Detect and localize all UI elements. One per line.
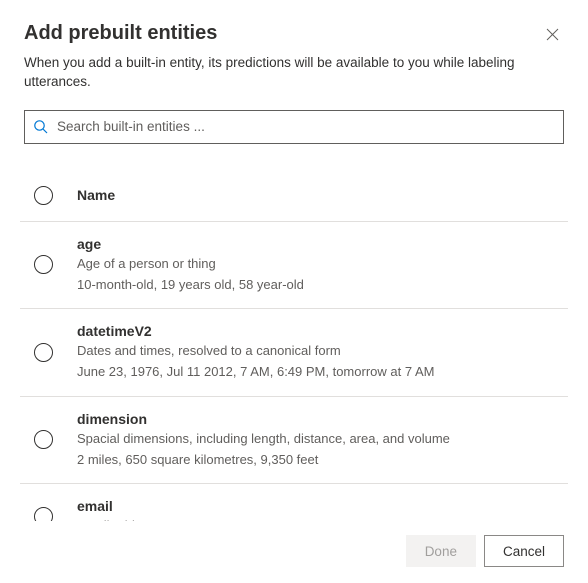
column-header-name: Name bbox=[77, 187, 115, 203]
entity-examples: June 23, 1976, Jul 11 2012, 7 AM, 6:49 P… bbox=[77, 363, 560, 381]
close-button[interactable] bbox=[540, 22, 564, 46]
entity-body: age Age of a person or thing 10-month-ol… bbox=[77, 236, 560, 294]
cancel-button[interactable]: Cancel bbox=[484, 535, 564, 567]
entity-row-age[interactable]: age Age of a person or thing 10-month-ol… bbox=[20, 222, 568, 309]
entity-description: Spacial dimensions, including length, di… bbox=[77, 430, 560, 448]
entity-examples: 2 miles, 650 square kilometres, 9,350 fe… bbox=[77, 451, 560, 469]
entity-description: Dates and times, resolved to a canonical… bbox=[77, 342, 560, 360]
entity-radio[interactable] bbox=[34, 430, 53, 449]
list-header: Name bbox=[20, 162, 568, 222]
search-box[interactable] bbox=[24, 110, 564, 144]
entity-body: datetimeV2 Dates and times, resolved to … bbox=[77, 323, 560, 381]
entity-row-dimension[interactable]: dimension Spacial dimensions, including … bbox=[20, 397, 568, 484]
close-icon bbox=[546, 28, 559, 41]
entity-body: dimension Spacial dimensions, including … bbox=[77, 411, 560, 469]
done-button[interactable]: Done bbox=[406, 535, 476, 567]
entity-name: age bbox=[77, 236, 560, 252]
entity-name: email bbox=[77, 498, 560, 514]
entity-name: datetimeV2 bbox=[77, 323, 560, 339]
search-icon bbox=[33, 119, 49, 135]
dialog-description: When you add a built-in entity, its pred… bbox=[24, 54, 564, 92]
add-prebuilt-entities-dialog: Add prebuilt entities When you add a bui… bbox=[0, 0, 588, 583]
entity-name: dimension bbox=[77, 411, 560, 427]
entity-row-email[interactable]: email Email addresses bbox=[20, 484, 568, 521]
entity-description: Age of a person or thing bbox=[77, 255, 560, 273]
entity-examples: 10-month-old, 19 years old, 58 year-old bbox=[77, 276, 560, 294]
entity-list[interactable]: Name age Age of a person or thing 10-mon… bbox=[20, 162, 572, 521]
entity-radio[interactable] bbox=[34, 255, 53, 274]
dialog-footer: Done Cancel bbox=[24, 521, 564, 567]
select-all-radio[interactable] bbox=[34, 186, 53, 205]
entity-radio[interactable] bbox=[34, 507, 53, 521]
dialog-header: Add prebuilt entities bbox=[24, 22, 564, 46]
entity-body: email Email addresses bbox=[77, 498, 560, 521]
entity-row-datetimev2[interactable]: datetimeV2 Dates and times, resolved to … bbox=[20, 309, 568, 396]
entity-radio[interactable] bbox=[34, 343, 53, 362]
dialog-title: Add prebuilt entities bbox=[24, 22, 217, 45]
search-input[interactable] bbox=[57, 119, 555, 134]
